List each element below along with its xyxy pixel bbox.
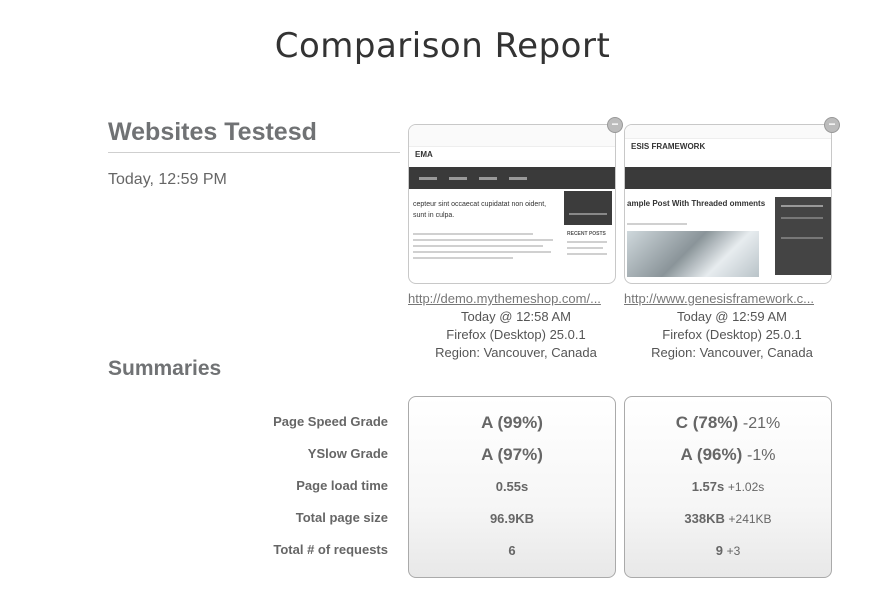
metric-label-yslow: YSlow Grade <box>307 446 388 461</box>
result-page-speed: A (99%) <box>481 413 543 432</box>
websites-tested-heading: Websites Testesd <box>108 118 317 146</box>
thumbnail-brand: EMA <box>415 150 433 159</box>
metric-label-requests: Total # of requests <box>273 542 388 557</box>
thumbnail-nav <box>625 167 831 189</box>
thumbnail-brand: ESIS FRAMEWORK <box>631 142 706 151</box>
thumbnail-content: cepteur sint occaecat cupidatat non oide… <box>409 189 615 279</box>
metric-label-load-time: Page load time <box>296 478 388 493</box>
thumbnail-headline: ample Post With Threaded omments <box>627 199 766 208</box>
thumbnail-nav <box>409 167 615 189</box>
remove-site-2-button[interactable]: − <box>824 117 840 133</box>
site-2-details: http://www.genesisframework.c... Today @… <box>624 290 840 362</box>
remove-site-1-button[interactable]: − <box>607 117 623 133</box>
result-page-size: 338KB +241KB <box>684 511 772 526</box>
site-2-time: Today @ 12:59 AM <box>676 309 788 324</box>
result-load-time: 0.55s <box>495 479 529 494</box>
metric-label-page-speed: Page Speed Grade <box>273 414 388 429</box>
site-1-browser: Firefox (Desktop) 25.0.1 <box>446 327 586 342</box>
thumbnail-content: ample Post With Threaded omments <box>625 189 831 279</box>
site-1-url[interactable]: http://demo.mythemeshop.com/... <box>408 290 624 308</box>
test-timestamp: Today, 12:59 PM <box>108 171 227 188</box>
site-1-details: http://demo.mythemeshop.com/... Today @ … <box>408 290 624 362</box>
site-1-results-panel: A (99%) A (97%) 0.55s 96.9KB 6 <box>408 396 616 578</box>
result-requests: 6 <box>508 543 516 558</box>
result-page-speed: C (78%) -21% <box>675 413 781 432</box>
site-2-browser: Firefox (Desktop) 25.0.1 <box>662 327 802 342</box>
minus-circle-icon: − <box>611 117 619 131</box>
result-yslow: A (96%) -1% <box>680 445 776 464</box>
heading-divider <box>108 152 400 153</box>
thumbnail-topbar <box>625 125 831 139</box>
result-page-size: 96.9KB <box>489 511 535 526</box>
metric-label-page-size: Total page size <box>295 510 388 525</box>
site-2-thumbnail[interactable]: ESIS FRAMEWORK ample Post With Threaded … <box>624 124 832 284</box>
site-1-thumbnail[interactable]: EMA cepteur sint occaecat cupidatat non … <box>408 124 616 284</box>
thumbnail-headline: cepteur sint occaecat cupidatat non oide… <box>413 201 547 219</box>
summaries-heading: Summaries <box>108 357 222 380</box>
result-load-time: 1.57s +1.02s <box>691 479 765 494</box>
page-title: Comparison Report <box>274 26 611 66</box>
thumbnail-sidebar-title: RECENT POSTS <box>567 231 606 237</box>
result-yslow: A (97%) <box>481 445 543 464</box>
site-2-url[interactable]: http://www.genesisframework.c... <box>624 290 840 308</box>
site-2-results-panel: C (78%) -21% A (96%) -1% 1.57s +1.02s 33… <box>624 396 832 578</box>
site-1-time: Today @ 12:58 AM <box>460 309 572 324</box>
minus-circle-icon: − <box>828 117 836 131</box>
thumbnail-topbar <box>409 125 615 147</box>
thumbnail-image <box>627 231 759 277</box>
result-requests: 9 +3 <box>715 543 741 558</box>
site-1-region: Region: Vancouver, Canada <box>435 345 597 360</box>
site-2-region: Region: Vancouver, Canada <box>651 345 813 360</box>
